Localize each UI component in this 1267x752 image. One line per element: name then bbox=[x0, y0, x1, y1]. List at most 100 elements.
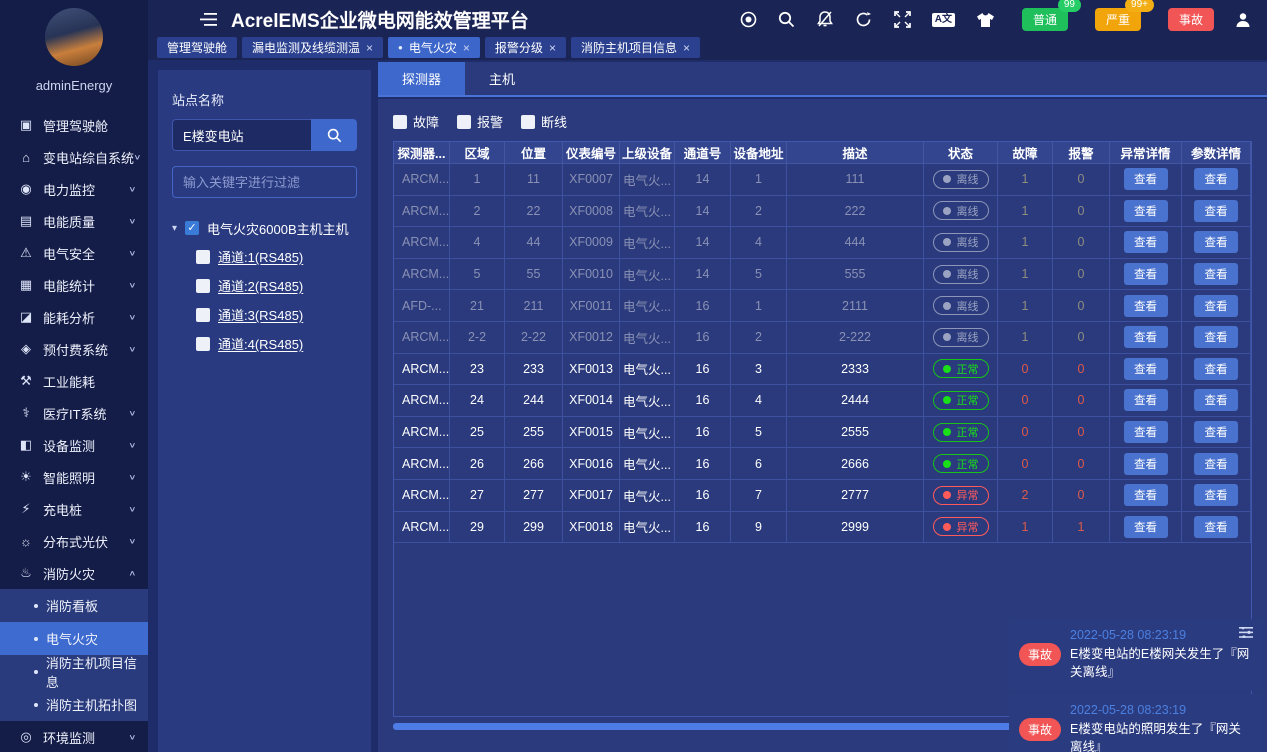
checkbox-unchecked[interactable] bbox=[196, 250, 210, 264]
view-abnormal-button[interactable]: 查看 bbox=[1124, 389, 1168, 411]
column-header[interactable]: 通道号 bbox=[675, 142, 731, 164]
view-abnormal-button[interactable]: 查看 bbox=[1124, 421, 1168, 443]
column-header[interactable]: 区域 bbox=[450, 142, 505, 164]
sidebar-subitem[interactable]: 消防看板 bbox=[0, 589, 148, 622]
notification-off-icon[interactable] bbox=[816, 11, 834, 28]
checkbox-unchecked[interactable] bbox=[196, 308, 210, 322]
sidebar-item[interactable]: ⌂ 变电站综自系统 ∨ bbox=[0, 141, 148, 173]
checkbox-unchecked[interactable] bbox=[521, 115, 535, 129]
sidebar-subitem[interactable]: 电气火灾 bbox=[0, 622, 148, 655]
refresh-icon[interactable] bbox=[855, 11, 873, 28]
sidebar-item[interactable]: ▣ 管理驾驶舱 ∨ bbox=[0, 109, 148, 141]
tree-filter-input[interactable] bbox=[172, 166, 357, 198]
sidebar-subitem[interactable]: 消防主机项目信息 bbox=[0, 655, 148, 688]
sidebar-item[interactable]: ◉ 电力监控 ∨ bbox=[0, 173, 148, 205]
view-abnormal-button[interactable]: 查看 bbox=[1124, 263, 1168, 285]
view-abnormal-button[interactable]: 查看 bbox=[1124, 453, 1168, 475]
sidebar-item[interactable]: ◪ 能耗分析 ∨ bbox=[0, 301, 148, 333]
view-params-button[interactable]: 查看 bbox=[1194, 168, 1238, 190]
service-icon[interactable] bbox=[740, 11, 757, 28]
sidebar-item[interactable]: ▤ 电能质量 ∨ bbox=[0, 205, 148, 237]
view-params-button[interactable]: 查看 bbox=[1194, 295, 1238, 317]
collapse-menu-icon[interactable] bbox=[200, 13, 217, 26]
sidebar-item[interactable]: ☼ 分布式光伏 ∨ bbox=[0, 525, 148, 557]
column-header[interactable]: 异常详情 bbox=[1110, 142, 1182, 164]
search-icon[interactable] bbox=[778, 11, 795, 28]
tree-channel-node[interactable]: 通道:2(RS485) bbox=[172, 271, 357, 300]
sidebar-item[interactable]: ☀ 智能照明 ∨ bbox=[0, 461, 148, 493]
status-filter[interactable]: 故障 bbox=[393, 112, 439, 131]
column-header[interactable]: 报警 bbox=[1053, 142, 1110, 164]
sidebar-item[interactable]: ◧ 设备监测 ∨ bbox=[0, 429, 148, 461]
table-row[interactable]: ARCM... 26 266 XF0016 电气火... 16 6 2666 正… bbox=[394, 448, 1251, 480]
nav-tab[interactable]: ● 管理驾驶舱 × bbox=[157, 37, 237, 58]
table-row[interactable]: ARCM... 25 255 XF0015 电气火... 16 5 2555 正… bbox=[394, 417, 1251, 449]
sidebar-item[interactable]: ⚕ 医疗IT系统 ∨ bbox=[0, 397, 148, 429]
sidebar-item-fire[interactable]: ♨ 消防火灾 ∧ bbox=[0, 557, 148, 589]
view-params-button[interactable]: 查看 bbox=[1194, 484, 1238, 506]
table-row[interactable]: ARCM... 29 299 XF0018 电气火... 16 9 2999 异… bbox=[394, 512, 1251, 544]
view-abnormal-button[interactable]: 查看 bbox=[1124, 358, 1168, 380]
column-header[interactable]: 位置 bbox=[505, 142, 563, 164]
column-header[interactable]: 上级设备 bbox=[620, 142, 675, 164]
sidebar-item[interactable]: ▦ 电能统计 ∨ bbox=[0, 269, 148, 301]
tree-channel-node[interactable]: 通道:3(RS485) bbox=[172, 300, 357, 329]
table-row[interactable]: ARCM... 2 22 XF0008 电气火... 14 2 222 离线 bbox=[394, 196, 1251, 228]
notification-toast[interactable]: 事故 2022-05-28 08:23:19 E楼变电站的照明发生了『网关离线』 bbox=[1009, 694, 1262, 752]
alarm-badge[interactable]: 严重 99+ bbox=[1095, 8, 1141, 31]
view-params-button[interactable]: 查看 bbox=[1194, 389, 1238, 411]
alarm-badge[interactable]: 普通 99 bbox=[1022, 8, 1068, 31]
site-search-input[interactable] bbox=[172, 119, 311, 151]
view-abnormal-button[interactable]: 查看 bbox=[1124, 168, 1168, 190]
sidebar-item[interactable]: ◎ 环境监测 ∨ bbox=[0, 721, 148, 752]
checkbox-checked[interactable]: ✓ bbox=[185, 221, 199, 235]
column-header[interactable]: 参数详情 bbox=[1182, 142, 1251, 164]
user-icon[interactable] bbox=[1235, 12, 1251, 28]
view-params-button[interactable]: 查看 bbox=[1194, 453, 1238, 475]
tree-channel-node[interactable]: 通道:1(RS485) bbox=[172, 242, 357, 271]
column-header[interactable]: 设备地址 bbox=[731, 142, 787, 164]
checkbox-unchecked[interactable] bbox=[196, 279, 210, 293]
checkbox-unchecked[interactable] bbox=[196, 337, 210, 351]
view-abnormal-button[interactable]: 查看 bbox=[1124, 200, 1168, 222]
close-icon[interactable]: × bbox=[683, 41, 690, 55]
sidebar-subitem[interactable]: 消防主机拓扑图 bbox=[0, 688, 148, 721]
caret-down-icon[interactable]: ▾ bbox=[172, 223, 177, 234]
column-header[interactable]: 描述 bbox=[787, 142, 924, 164]
sidebar-item[interactable]: ⚠ 电气安全 ∨ bbox=[0, 237, 148, 269]
nav-tab[interactable]: ● 电气火灾 × bbox=[388, 37, 480, 58]
column-header[interactable]: 故障 bbox=[998, 142, 1053, 164]
view-params-button[interactable]: 查看 bbox=[1194, 263, 1238, 285]
view-abnormal-button[interactable]: 查看 bbox=[1124, 326, 1168, 348]
table-row[interactable]: ARCM... 23 233 XF0013 电气火... 16 3 2333 正… bbox=[394, 354, 1251, 386]
table-row[interactable]: ARCM... 2-2 2-22 XF0012 电气火... 16 2 2-22… bbox=[394, 322, 1251, 354]
view-abnormal-button[interactable]: 查看 bbox=[1124, 231, 1168, 253]
view-params-button[interactable]: 查看 bbox=[1194, 358, 1238, 380]
table-row[interactable]: ARCM... 4 44 XF0009 电气火... 14 4 444 离线 bbox=[394, 227, 1251, 259]
translate-icon[interactable]: A文 bbox=[932, 13, 955, 27]
view-params-button[interactable]: 查看 bbox=[1194, 516, 1238, 538]
table-row[interactable]: ARCM... 5 55 XF0010 电气火... 14 5 555 离线 bbox=[394, 259, 1251, 291]
fullscreen-icon[interactable] bbox=[894, 11, 911, 28]
view-params-button[interactable]: 查看 bbox=[1194, 231, 1238, 253]
notification-toast[interactable]: 事故 2022-05-28 08:23:19 E楼变电站的E楼网关发生了『网关离… bbox=[1009, 619, 1262, 691]
sidebar-item[interactable]: ⚡ 充电桩 ∨ bbox=[0, 493, 148, 525]
close-icon[interactable]: × bbox=[549, 41, 556, 55]
close-icon[interactable]: × bbox=[463, 41, 470, 55]
filter-icon[interactable] bbox=[1239, 627, 1253, 638]
table-row[interactable]: AFD-... 21 211 XF0011 电气火... 16 1 2111 离… bbox=[394, 290, 1251, 322]
avatar[interactable] bbox=[45, 8, 103, 66]
sidebar-item[interactable]: ⚒ 工业能耗 ∨ bbox=[0, 365, 148, 397]
sidebar-item[interactable]: ◈ 预付费系统 ∨ bbox=[0, 333, 148, 365]
checkbox-unchecked[interactable] bbox=[393, 115, 407, 129]
table-row[interactable]: ARCM... 27 277 XF0017 电气火... 16 7 2777 异… bbox=[394, 480, 1251, 512]
view-params-button[interactable]: 查看 bbox=[1194, 326, 1238, 348]
tree-channel-node[interactable]: 通道:4(RS485) bbox=[172, 329, 357, 358]
tree-root-node[interactable]: ▾ ✓ 电气火灾6000B主机主机 bbox=[172, 214, 357, 242]
nav-tab[interactable]: ● 报警分级 × bbox=[485, 37, 566, 58]
view-abnormal-button[interactable]: 查看 bbox=[1124, 484, 1168, 506]
table-row[interactable]: ARCM... 1 11 XF0007 电气火... 14 1 111 离线 bbox=[394, 164, 1251, 196]
view-abnormal-button[interactable]: 查看 bbox=[1124, 516, 1168, 538]
status-filter[interactable]: 报警 bbox=[457, 112, 503, 131]
nav-tab[interactable]: ● 漏电监测及线缆测温 × bbox=[242, 37, 383, 58]
